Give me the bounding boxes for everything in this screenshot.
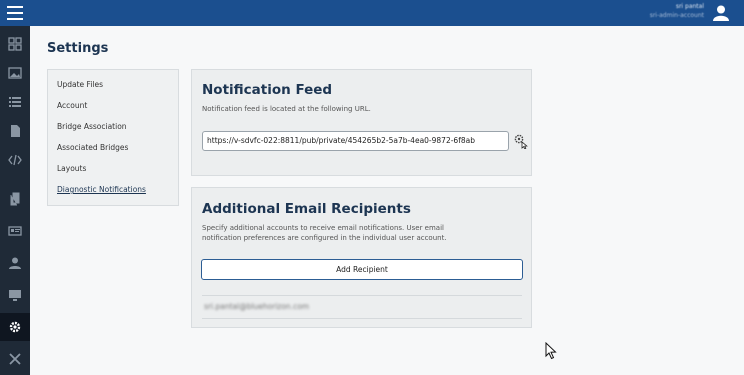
notification-feed-url-field[interactable]: https://v-sdvfc-022:8811/pub/private/454… xyxy=(202,131,509,151)
monitor-icon[interactable] xyxy=(0,281,30,309)
top-bar: sri pantal sri-admin-account xyxy=(30,0,744,26)
id-card-icon[interactable] xyxy=(0,217,30,245)
email-recipients-description-line1: Specify additional accounts to receive e… xyxy=(202,224,444,232)
files-icon[interactable] xyxy=(0,185,30,213)
notification-feed-panel: Notification Feed Notification feed is l… xyxy=(191,69,532,176)
settings-nav: Update Files Account Bridge Association … xyxy=(47,69,179,206)
copy-link-icon[interactable] xyxy=(513,133,529,149)
list-icon[interactable] xyxy=(0,88,30,116)
user-account: sri-admin-account xyxy=(649,12,704,19)
nav-item-update-files[interactable]: Update Files xyxy=(48,78,178,99)
mouse-cursor-icon xyxy=(545,342,557,360)
icon-rail xyxy=(0,0,30,375)
divider xyxy=(202,318,522,319)
email-recipients-title: Additional Email Recipients xyxy=(202,201,411,217)
avatar-icon[interactable] xyxy=(712,4,730,22)
user-info[interactable]: sri pantal sri-admin-account xyxy=(650,3,704,19)
nav-item-diagnostic-notifications[interactable]: Diagnostic Notifications xyxy=(48,183,178,204)
email-recipients-panel: Additional Email Recipients Specify addi… xyxy=(191,187,532,328)
user-icon[interactable] xyxy=(0,249,30,277)
page-title: Settings xyxy=(47,41,109,56)
recipient-email: sri.pantal@bluehorizon.com xyxy=(204,302,310,311)
email-recipients-description-line2: notification preferences are configured … xyxy=(202,234,447,242)
code-icon[interactable] xyxy=(0,146,30,174)
nav-item-bridge-association[interactable]: Bridge Association xyxy=(48,120,178,141)
menu-icon[interactable] xyxy=(0,0,30,26)
user-name: sri pantal xyxy=(675,3,704,10)
nav-item-account[interactable]: Account xyxy=(48,99,178,120)
dashboard-icon[interactable] xyxy=(0,30,30,58)
image-icon[interactable] xyxy=(0,59,30,87)
document-icon[interactable] xyxy=(0,117,30,145)
divider xyxy=(202,295,522,296)
add-recipient-button[interactable]: Add Recipient xyxy=(201,259,523,280)
gear-icon[interactable] xyxy=(0,313,30,341)
notification-feed-title: Notification Feed xyxy=(202,82,333,98)
notification-feed-description: Notification feed is located at the foll… xyxy=(202,105,371,113)
tools-icon[interactable] xyxy=(0,345,30,373)
nav-item-layouts[interactable]: Layouts xyxy=(48,162,178,183)
nav-item-associated-bridges[interactable]: Associated Bridges xyxy=(48,141,178,162)
